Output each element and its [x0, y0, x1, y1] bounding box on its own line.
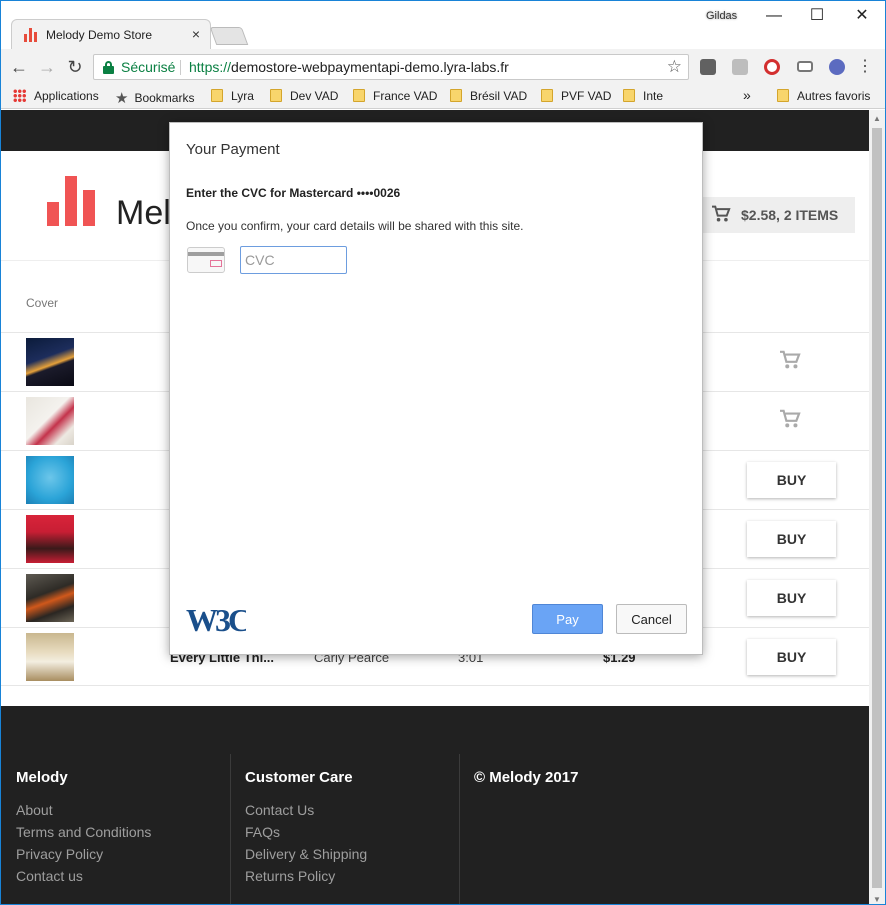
extension-icon[interactable]	[700, 59, 716, 75]
buy-button[interactable]: BUY	[747, 462, 836, 498]
album-cover[interactable]	[26, 574, 74, 622]
url-text: https://demostore-webpaymentapi-demo.lyr…	[189, 59, 509, 75]
cart-icon[interactable]	[779, 350, 801, 370]
folder-icon	[211, 89, 223, 102]
footer-column-melody: Melody About Terms and Conditions Privac…	[16, 754, 151, 904]
footer-title: Melody	[16, 769, 68, 786]
buy-button[interactable]: BUY	[747, 639, 836, 675]
browser-tab[interactable]: Melody Demo Store ×	[11, 19, 211, 49]
title-bar: Melody Demo Store × Gildas — ☐ ✕	[1, 1, 885, 49]
minimize-button[interactable]: —	[759, 5, 789, 27]
close-window-button[interactable]: ✕	[847, 5, 877, 27]
browser-toolbar: ← → ↻ Sécurisé https://demostore-webpaym…	[1, 49, 885, 85]
footer-link-contact-us[interactable]: Contact Us	[245, 799, 367, 821]
album-cover[interactable]	[26, 633, 74, 681]
folder-icon	[623, 89, 635, 102]
tab-title: Melody Demo Store	[46, 28, 153, 42]
folder-icon	[450, 89, 462, 102]
star-icon: ★	[115, 90, 129, 107]
melody-favicon-icon	[24, 28, 38, 42]
cvc-input[interactable]	[240, 246, 347, 274]
bookmark-autres-favoris[interactable]: Autres favoris	[777, 89, 870, 103]
footer-link-contact[interactable]: Contact us	[16, 865, 151, 887]
new-tab-button[interactable]	[209, 27, 249, 45]
bookmark-applications[interactable]: Applications	[13, 89, 99, 103]
bookmark-dev-vad[interactable]: Dev VAD	[270, 89, 338, 103]
bookmarks-bar: Applications ★ Bookmarks Lyra Dev VAD Fra…	[1, 85, 885, 109]
footer-link-delivery[interactable]: Delivery & Shipping	[245, 843, 367, 865]
svg-text:W3C: W3C	[186, 602, 246, 635]
bookmark-bookmarks[interactable]: ★ Bookmarks	[115, 89, 194, 107]
album-cover[interactable]	[26, 515, 74, 563]
cart-icon	[712, 205, 731, 222]
buy-button[interactable]: BUY	[747, 521, 836, 557]
address-bar[interactable]: Sécurisé https://demostore-webpaymentapi…	[93, 54, 689, 80]
w3c-logo-icon: W3C	[186, 602, 246, 635]
profile-name[interactable]: Gildas	[706, 10, 737, 22]
extension-icon[interactable]	[732, 59, 748, 75]
bookmark-inte[interactable]: Inte	[623, 89, 663, 103]
cvc-prompt: Enter the CVC for Mastercard ••••0026	[186, 186, 401, 200]
maximize-button[interactable]: ☐	[802, 5, 832, 27]
footer-title: Customer Care	[245, 769, 353, 786]
card-back-icon	[187, 247, 225, 273]
bookmark-star-icon[interactable]: ☆	[667, 57, 682, 77]
tab-close-icon[interactable]: ×	[192, 26, 200, 42]
cart-button[interactable]: $2.58, 2 ITEMS	[701, 197, 855, 233]
footer-link-terms[interactable]: Terms and Conditions	[16, 821, 151, 843]
folder-icon	[270, 89, 282, 102]
apps-icon	[13, 89, 26, 102]
forward-button[interactable]: →	[35, 55, 59, 79]
footer-link-faqs[interactable]: FAQs	[245, 821, 367, 843]
store-footer: Melody About Terms and Conditions Privac…	[1, 706, 869, 904]
footer-link-about[interactable]: About	[16, 799, 151, 821]
scroll-thumb[interactable]	[872, 128, 882, 888]
buy-button[interactable]: BUY	[747, 580, 836, 616]
bookmarks-overflow-button[interactable]: »	[743, 87, 751, 103]
melody-logo-icon	[47, 176, 97, 226]
bookmark-france-vad[interactable]: France VAD	[353, 89, 437, 103]
lock-icon	[103, 61, 114, 74]
store-brand: Mel	[116, 194, 171, 232]
cart-icon[interactable]	[779, 409, 801, 429]
footer-link-returns[interactable]: Returns Policy	[245, 865, 367, 887]
footer-column-customer-care: Customer Care Contact Us FAQs Delivery &…	[245, 754, 367, 904]
browser-window: Melody Demo Store × Gildas — ☐ ✕ ← → ↻ S…	[0, 0, 886, 905]
folder-icon	[353, 89, 365, 102]
album-cover[interactable]	[26, 456, 74, 504]
extension-icon[interactable]	[829, 59, 845, 75]
scroll-up-icon[interactable]: ▲	[873, 114, 881, 123]
footer-link-privacy[interactable]: Privacy Policy	[16, 843, 151, 865]
dialog-title: Your Payment	[186, 141, 280, 158]
column-header-cover: Cover	[26, 296, 59, 310]
scroll-down-icon[interactable]: ▼	[873, 895, 881, 904]
folder-icon	[541, 89, 553, 102]
album-cover[interactable]	[26, 397, 74, 445]
back-button[interactable]: ←	[7, 55, 31, 79]
secure-label: Sécurisé	[121, 59, 176, 75]
privacy-note: Once you confirm, your card details will…	[186, 219, 524, 233]
cart-summary: $2.58, 2 ITEMS	[741, 207, 839, 223]
bookmark-pvf-vad[interactable]: PVF VAD	[541, 89, 611, 103]
menu-dots-icon[interactable]: ⋮	[853, 55, 877, 79]
folder-icon	[777, 89, 789, 102]
cast-icon[interactable]	[797, 61, 813, 72]
page-scrollbar[interactable]: ▲ ▼	[869, 110, 885, 904]
cancel-button[interactable]: Cancel	[616, 604, 687, 634]
footer-copyright: © Melody 2017	[474, 769, 579, 786]
payment-dialog: Your Payment Enter the CVC for Mastercar…	[169, 122, 703, 655]
reload-button[interactable]: ↻	[63, 55, 87, 79]
pay-button[interactable]: Pay	[532, 604, 603, 634]
bookmark-bresil-vad[interactable]: Brésil VAD	[450, 89, 527, 103]
album-cover[interactable]	[26, 338, 74, 386]
footer-column-copyright: © Melody 2017	[474, 754, 578, 904]
opera-extension-icon[interactable]	[764, 59, 780, 75]
bookmark-lyra[interactable]: Lyra	[211, 89, 254, 103]
